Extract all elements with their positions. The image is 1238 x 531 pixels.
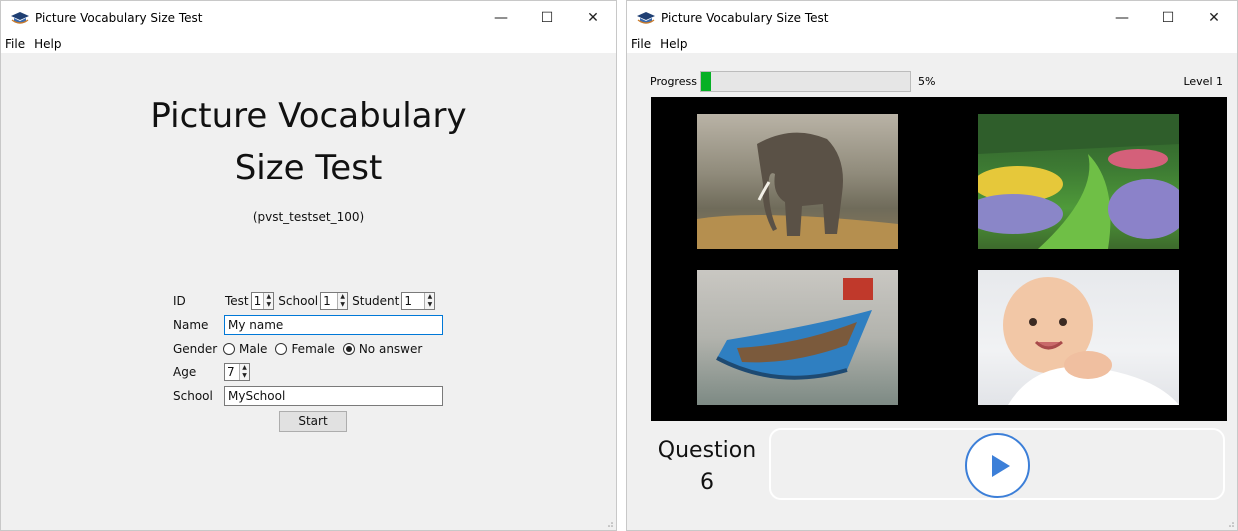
resize-grip-icon[interactable] [606,520,614,528]
window-title: Picture Vocabulary Size Test [661,11,829,25]
menu-file[interactable]: File [1,37,30,51]
gender-noanswer-radio[interactable] [342,343,355,355]
spin-down-icon[interactable]: ▼ [338,301,347,309]
spin-up-icon[interactable]: ▲ [264,293,273,301]
progress-percent: 5% [918,75,936,88]
garden-image [978,114,1179,249]
picture-baby[interactable] [978,270,1179,405]
title-bar: Picture Vocabulary Size Test — ☐ ✕ [627,1,1237,35]
resize-grip-icon[interactable] [1227,520,1235,528]
progress-fill [701,72,712,91]
school-row: School MySchool [173,386,443,406]
menu-help[interactable]: Help [656,37,692,51]
spin-up-icon[interactable]: ▲ [240,364,249,372]
level-indicator: Level 1 [1183,75,1223,88]
id-row: ID Test 1 ▲ ▼ School 1 ▲ ▼ Student 1 ▲ ▼ [173,291,439,311]
audio-panel [769,428,1225,500]
close-button[interactable]: ✕ [1191,1,1237,35]
window-title: Picture Vocabulary Size Test [35,11,203,25]
menu-bar: File Help [627,35,1237,53]
baby-image [1003,277,1179,405]
spin-down-icon[interactable]: ▼ [425,301,434,309]
student-label: Student [352,294,400,308]
title-bar: Picture Vocabulary Size Test — ☐ ✕ [1,1,616,35]
elephant-image [697,132,898,249]
spin-up-icon[interactable]: ▲ [425,293,434,301]
question-number: 6 [700,470,714,495]
progress-label: Progress [650,75,697,88]
school-id-value: 1 [323,294,331,308]
gender-row: Gender Male Female No answer [173,339,422,359]
page-title-line2: Size Test [234,148,383,188]
school-label: School [173,389,213,403]
app-icon [637,12,655,24]
maximize-button[interactable]: ☐ [524,1,570,35]
student-value: 1 [404,294,413,308]
start-button[interactable]: Start [279,411,347,432]
picture-boat[interactable] [697,270,898,405]
login-window: Picture Vocabulary Size Test — ☐ ✕ File … [0,0,617,531]
picture-garden[interactable] [978,114,1179,249]
test-label: Test [225,294,249,308]
menu-bar: File Help [1,35,616,53]
test-spinbox[interactable]: 1 ▲ ▼ [250,292,275,310]
gender-male-radio[interactable] [223,343,235,355]
gender-female-radio[interactable] [275,343,288,355]
age-label: Age [173,365,197,379]
page-title-line1: Picture Vocabulary [150,96,467,136]
boat-image [716,278,873,380]
gender-noanswer-label[interactable]: No answer [359,342,422,356]
school-input[interactable]: MySchool [224,386,443,406]
spin-down-icon[interactable]: ▼ [240,372,249,380]
age-spinbox[interactable]: 7 ▲ ▼ [224,363,250,381]
maximize-button[interactable]: ☐ [1145,1,1191,35]
test-window: Picture Vocabulary Size Test — ☐ ✕ File … [626,0,1238,531]
gender-male-label[interactable]: Male [239,342,267,356]
name-row: Name My name [173,315,443,335]
picture-elephant[interactable] [697,114,898,249]
name-input[interactable]: My name [224,315,443,335]
gender-label: Gender [173,342,218,356]
minimize-button[interactable]: — [478,1,524,35]
test-value: 1 [253,294,262,308]
app-icon [11,12,29,24]
page-title: Picture Vocabulary Size Test [1,90,616,194]
spin-up-icon[interactable]: ▲ [338,293,347,301]
gender-female-label[interactable]: Female [291,342,334,356]
student-spinbox[interactable]: 1 ▲ ▼ [401,292,436,310]
play-icon[interactable] [965,433,1030,498]
close-button[interactable]: ✕ [570,1,616,35]
testset-label: (pvst_testset_100) [252,210,365,224]
id-label: ID [173,294,186,308]
question-label: Question 6 [651,435,763,499]
age-value: 7 [227,365,235,379]
school-id-label: School [278,294,319,308]
menu-file[interactable]: File [627,37,656,51]
name-label: Name [173,318,209,332]
progress-bar [700,71,911,92]
menu-help[interactable]: Help [30,37,66,51]
minimize-button[interactable]: — [1099,1,1145,35]
age-row: Age 7 ▲ ▼ [173,362,254,382]
school-id-spinbox[interactable]: 1 ▲ ▼ [320,292,349,310]
question-word: Question [657,438,757,463]
spin-down-icon[interactable]: ▼ [264,301,273,309]
picture-panel [651,97,1227,421]
